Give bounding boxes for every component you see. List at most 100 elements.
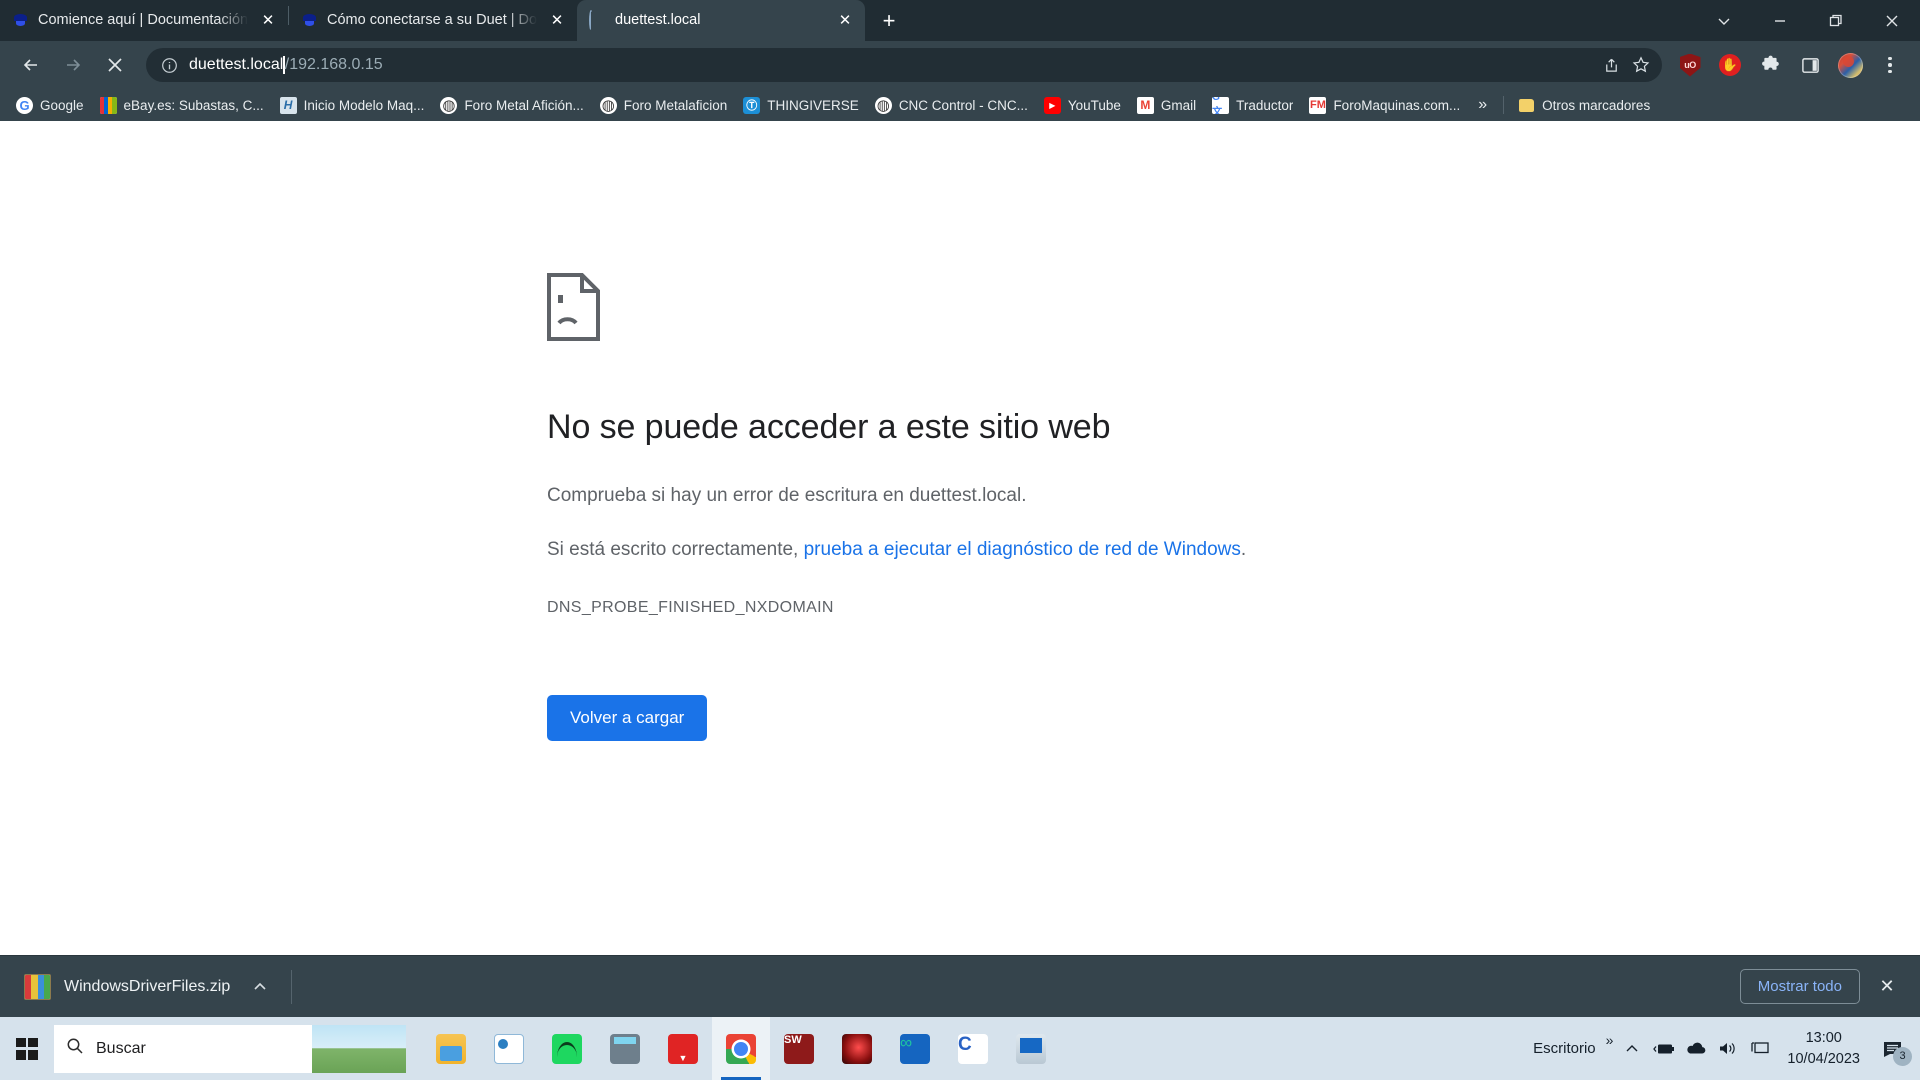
start-button[interactable] — [0, 1017, 54, 1080]
bookmark-label: eBay.es: Subastas, C... — [123, 97, 264, 113]
info-circle-icon[interactable] — [158, 54, 180, 76]
minimize-icon[interactable] — [1752, 0, 1808, 41]
taskbar-app-google-chrome[interactable] — [712, 1017, 770, 1080]
new-tab-button[interactable]: + — [873, 5, 905, 37]
tab-search-chevron-down-icon[interactable] — [1696, 0, 1752, 41]
ublock-origin-extension-icon[interactable]: uO — [1673, 48, 1707, 82]
system-tray: Escritorio » 13:00 10/04/2023 3 — [1525, 1017, 1920, 1080]
taskbar-app-video-downloader[interactable] — [654, 1017, 712, 1080]
windows-logo-icon — [16, 1037, 38, 1060]
tab-title: Comience aquí | Documentación — [38, 12, 248, 28]
bookmark-label: Traductor — [1236, 97, 1294, 113]
bookmark-cnc-control[interactable]: ◍ CNC Control - CNC... — [867, 92, 1036, 118]
window-controls — [1696, 0, 1920, 41]
error-paragraph-2-prefix: Si está escrito correctamente, — [547, 539, 804, 561]
tab-close-button[interactable]: ✕ — [834, 10, 856, 32]
duet-droplet-icon — [12, 12, 29, 29]
bookmark-label: YouTube — [1067, 97, 1121, 113]
taskbar-app-cura[interactable]: C — [944, 1017, 1002, 1080]
url-text[interactable]: duettest.local/192.168.0.15 — [180, 56, 1596, 74]
address-bar[interactable]: duettest.local/192.168.0.15 — [146, 48, 1662, 82]
url-host: duettest.local — [189, 56, 284, 73]
bookmark-ebay[interactable]: eBay.es: Subastas, C... — [92, 92, 272, 118]
bookmark-google[interactable]: G Google — [8, 92, 92, 118]
download-item[interactable]: WindowsDriverFiles.zip — [16, 965, 275, 1009]
forward-arrow-icon[interactable] — [56, 48, 90, 82]
globe-icon: ◍ — [599, 96, 617, 114]
restore-icon[interactable] — [1808, 0, 1864, 41]
notification-icon[interactable]: 3 — [1872, 1026, 1914, 1072]
tab-strip: Comience aquí | Documentación ✕ Cómo con… — [0, 0, 1920, 41]
onedrive-cloud-icon[interactable] — [1681, 1026, 1711, 1072]
close-shelf-icon[interactable]: ✕ — [1870, 970, 1904, 1004]
close-icon[interactable] — [1864, 0, 1920, 41]
tab-close-button[interactable]: ✕ — [546, 10, 568, 32]
browser-tab-3-active[interactable]: duettest.local ✕ — [577, 0, 865, 41]
solidworks-label: SW — [784, 1033, 814, 1064]
speaker-volume-icon[interactable] — [1713, 1026, 1743, 1072]
taskbar-app-remote-desktop[interactable] — [1002, 1017, 1060, 1080]
bookmark-label: Inicio Modelo Maq... — [303, 97, 425, 113]
duet-droplet-icon — [301, 12, 318, 29]
show-hidden-icons-chevron-up-icon[interactable] — [1617, 1026, 1647, 1072]
taskbar-app-red-app[interactable] — [828, 1017, 886, 1080]
bookmark-label: CNC Control - CNC... — [898, 97, 1028, 113]
bookmark-label: Foro Metal Afición... — [464, 97, 584, 113]
bookmark-label: THINGIVERSE — [767, 97, 859, 113]
bookmark-gmail[interactable]: M Gmail — [1129, 92, 1204, 118]
browser-tab-2[interactable]: Cómo conectarse a su Duet | Doc ✕ — [289, 0, 577, 41]
bookmark-inicio-modelo-maq[interactable]: H Inicio Modelo Maq... — [272, 92, 433, 118]
sad-page-icon — [547, 273, 600, 341]
puzzle-piece-icon[interactable] — [1753, 48, 1787, 82]
bookmark-label: ForoMaquinas.com... — [1333, 97, 1461, 113]
taskbar-search-box[interactable]: Buscar — [54, 1024, 406, 1073]
adblock-extension-icon[interactable]: ✋ — [1713, 48, 1747, 82]
clock-time: 13:00 — [1805, 1029, 1842, 1046]
browser-window: Comience aquí | Documentación ✕ Cómo con… — [0, 0, 1920, 1080]
browser-tab-1[interactable]: Comience aquí | Documentación ✕ — [0, 0, 288, 41]
error-code: DNS_PROBE_FINISHED_NXDOMAIN — [547, 598, 834, 616]
reload-button[interactable]: Volver a cargar — [547, 694, 708, 741]
stop-loading-icon[interactable] — [98, 48, 132, 82]
search-icon — [66, 1037, 84, 1060]
taskbar-app-solidworks[interactable]: SW — [770, 1017, 828, 1080]
page-title: No se puede acceder a este sitio web — [547, 408, 1111, 446]
network-diagnostics-link[interactable]: prueba a ejecutar el diagnóstico de red … — [804, 539, 1241, 560]
error-paragraph-2-suffix: . — [1240, 539, 1247, 561]
side-panel-icon[interactable] — [1793, 48, 1827, 82]
monitor-network-icon[interactable] — [1745, 1026, 1775, 1072]
bookmark-foromaquinas[interactable]: FM ForoMaquinas.com... — [1301, 92, 1468, 118]
adblock-hand-icon: ✋ — [1719, 54, 1741, 76]
youtube-icon: ▶ — [1043, 96, 1061, 114]
bookmark-traductor[interactable]: G⽂ Traductor — [1204, 92, 1301, 118]
bookmark-thingiverse[interactable]: Ⓣ THINGIVERSE — [735, 92, 867, 118]
battery-charging-icon[interactable] — [1649, 1026, 1679, 1072]
taskbar-app-arduino-ide[interactable] — [886, 1017, 944, 1080]
show-all-downloads-button[interactable]: Mostrar todo — [1739, 969, 1860, 1004]
share-icon[interactable] — [1596, 50, 1626, 80]
three-dot-menu-icon[interactable] — [1873, 48, 1907, 82]
tab-close-button[interactable]: ✕ — [257, 10, 279, 32]
url-path: /192.168.0.15 — [284, 56, 383, 73]
taskbar-app-spotify[interactable] — [538, 1017, 596, 1080]
bookmarks-overflow-button[interactable]: » — [1468, 96, 1497, 114]
desktop-label[interactable]: Escritorio — [1525, 1040, 1604, 1057]
bookmarks-divider — [1503, 96, 1505, 114]
bookmark-foro-metal-aficion[interactable]: ◍ Foro Metal Afición... — [432, 92, 591, 118]
taskbar-app-calculator[interactable] — [596, 1017, 654, 1080]
tray-overflow-marker[interactable]: » — [1606, 1032, 1614, 1048]
other-bookmarks-folder[interactable]: Otros marcadores — [1510, 92, 1658, 118]
error-paragraph-1: Comprueba si hay un error de escritura e… — [547, 484, 1027, 506]
star-icon[interactable] — [1626, 50, 1656, 80]
bookmark-label: Google — [40, 97, 84, 113]
chevron-up-icon[interactable] — [253, 979, 267, 995]
camping-tent-image[interactable] — [312, 1024, 406, 1073]
clock[interactable]: 13:00 10/04/2023 — [1777, 1028, 1870, 1069]
taskbar-app-office-outlook[interactable] — [480, 1017, 538, 1080]
avatar[interactable] — [1833, 48, 1867, 82]
bookmark-foro-metalaficion[interactable]: ◍ Foro Metalaficion — [592, 92, 736, 118]
bookmark-youtube[interactable]: ▶ YouTube — [1036, 92, 1129, 118]
taskbar-app-file-explorer[interactable] — [422, 1017, 480, 1080]
back-arrow-icon[interactable] — [14, 48, 48, 82]
zip-archive-icon — [24, 973, 51, 1000]
